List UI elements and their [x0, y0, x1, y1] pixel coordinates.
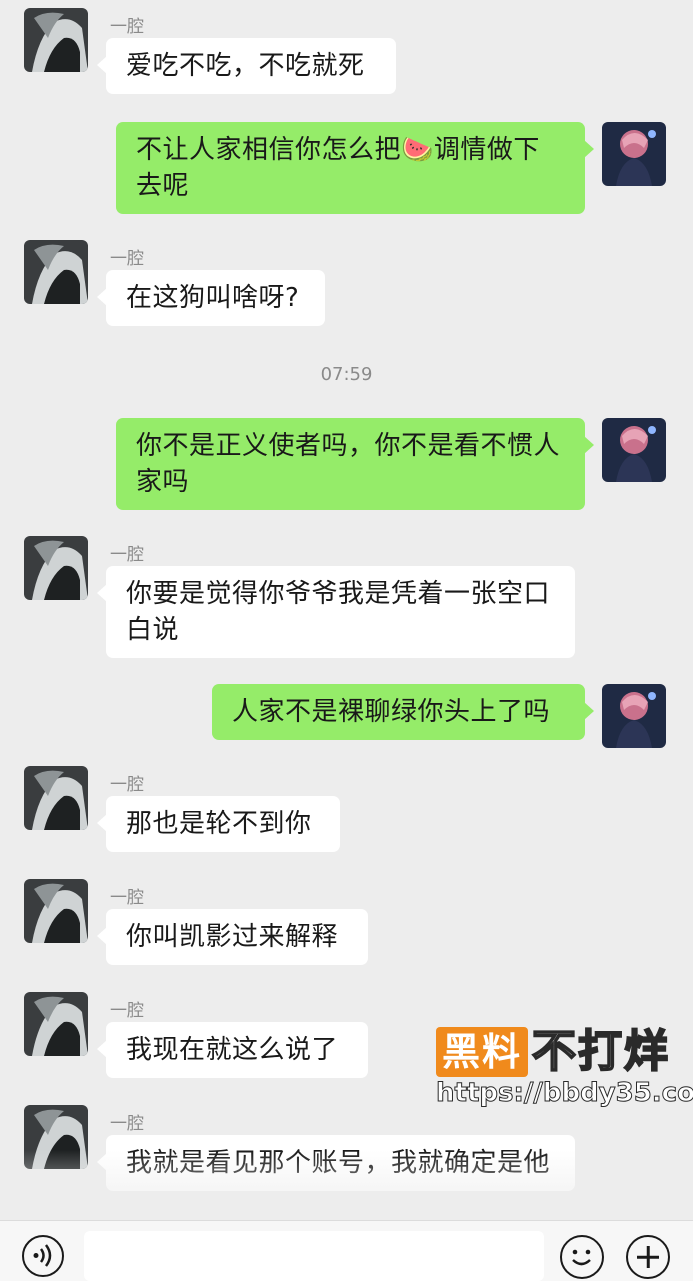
outgoing-message-bubble[interactable]: 你不是正义使者吗，你不是看不惯人家吗 — [116, 418, 594, 510]
outgoing-message-bubble[interactable]: 不让人家相信你怎么把🍉调情做下去呢 — [116, 122, 594, 214]
my-avatar[interactable] — [602, 122, 666, 186]
contact-avatar[interactable] — [24, 8, 88, 72]
watermelon-emoji-icon: 🍉 — [401, 135, 434, 165]
watermark-url: https://bbdy35.com — [435, 1078, 693, 1109]
message-text: 不让人家相信你怎么把 — [136, 135, 402, 165]
incoming-message-bubble[interactable]: 你叫凯影过来解释 — [97, 909, 368, 965]
scroll-fade — [0, 1150, 693, 1220]
sender-name: 一腔 — [110, 249, 144, 269]
sender-name: 一腔 — [110, 17, 144, 37]
sender-name: 一腔 — [110, 1001, 144, 1021]
contact-avatar[interactable] — [24, 240, 88, 304]
incoming-message-bubble[interactable]: 你要是觉得你爷爷我是凭着一张空口白说 — [97, 566, 575, 658]
watermark-badge: 黑料 — [436, 1027, 528, 1077]
incoming-message-bubble[interactable]: 那也是轮不到你 — [97, 796, 340, 852]
message-input[interactable] — [84, 1231, 544, 1281]
outgoing-message-bubble[interactable]: 人家不是裸聊绿你头上了吗 — [212, 684, 594, 740]
my-avatar[interactable] — [602, 418, 666, 482]
sender-name: 一腔 — [110, 545, 144, 565]
contact-avatar[interactable] — [24, 879, 88, 943]
chat-timestamp: 07:59 — [320, 364, 373, 385]
incoming-message-bubble[interactable]: 爱吃不吃，不吃就死 — [97, 38, 396, 94]
sender-name: 一腔 — [110, 888, 144, 908]
voice-icon[interactable] — [22, 1235, 64, 1277]
my-avatar[interactable] — [602, 684, 666, 748]
sender-name: 一腔 — [110, 1114, 144, 1134]
site-watermark: 黑料 不打烊 https://bbdy35.com — [435, 1026, 693, 1111]
incoming-message-bubble[interactable]: 我现在就这么说了 — [97, 1022, 368, 1078]
chat-input-bar — [0, 1220, 693, 1281]
contact-avatar[interactable] — [24, 536, 88, 600]
plus-icon[interactable] — [626, 1235, 670, 1279]
contact-avatar[interactable] — [24, 766, 88, 830]
contact-avatar[interactable] — [24, 992, 88, 1056]
watermark-title: 不打烊 — [531, 1026, 670, 1078]
sender-name: 一腔 — [110, 775, 144, 795]
incoming-message-bubble[interactable]: 在这狗叫啥呀? — [97, 270, 325, 326]
emoji-icon[interactable] — [560, 1235, 604, 1279]
